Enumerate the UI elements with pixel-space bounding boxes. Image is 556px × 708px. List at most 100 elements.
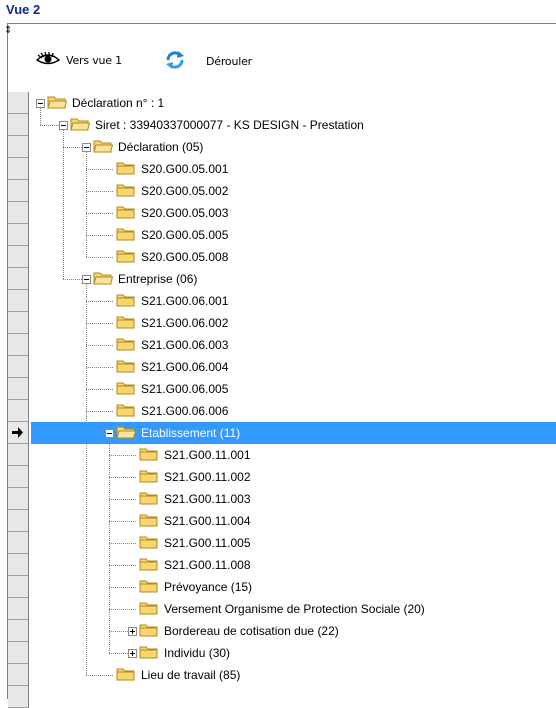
tree-node-label: S20.G00.05.008: [141, 250, 229, 264]
tree-node[interactable]: S21.G00.11.004: [128, 510, 254, 532]
row-header[interactable]: [8, 554, 29, 576]
folder-icon: [139, 491, 159, 508]
tree-node-label: S20.G00.05.005: [141, 228, 229, 242]
folder-icon: [47, 95, 68, 112]
collapse-node-button[interactable]: [105, 428, 114, 438]
tree-node[interactable]: Entreprise (06): [82, 268, 200, 290]
row-header[interactable]: [8, 466, 29, 488]
row-header[interactable]: [8, 290, 29, 312]
tree-node[interactable]: S21.G00.11.002: [128, 466, 254, 488]
tree-node[interactable]: S21.G00.06.002: [105, 312, 231, 334]
collapse-node-button[interactable]: [82, 142, 91, 152]
row-header[interactable]: [8, 664, 29, 686]
row-header[interactable]: [8, 180, 29, 202]
collapse-node-button[interactable]: [82, 274, 91, 284]
folder-icon: [116, 293, 136, 310]
row-header[interactable]: [8, 224, 29, 246]
tree-node[interactable]: S20.G00.05.001: [105, 158, 231, 180]
row-header[interactable]: [8, 400, 29, 422]
tree-connector: [109, 631, 128, 632]
tree-node[interactable]: Siret : 33940337000077 - KS DESIGN - Pre…: [59, 114, 367, 136]
collapse-node-button[interactable]: [59, 120, 68, 130]
switch-view-button[interactable]: Vers vue 1: [35, 51, 122, 69]
folder-icon: [139, 447, 159, 464]
row-header[interactable]: [8, 136, 29, 158]
tree-node-label: Entreprise (06): [118, 272, 198, 286]
tree-node-label: S21.G00.11.004: [164, 514, 251, 528]
row-header[interactable]: [8, 444, 29, 466]
tree-node[interactable]: Déclaration n° : 1: [36, 92, 167, 114]
row-header[interactable]: [8, 598, 29, 620]
tree-node-label: S20.G00.05.003: [141, 206, 229, 220]
tree-node[interactable]: S21.G00.06.005: [105, 378, 231, 400]
tree-node[interactable]: Bordereau de cotisation due (22): [128, 620, 342, 642]
expand-node-button[interactable]: [128, 626, 137, 636]
row-header[interactable]: [8, 92, 29, 114]
tree-connector: [86, 284, 87, 675]
tree-node[interactable]: S20.G00.05.002: [105, 180, 231, 202]
tree-node[interactable]: S21.G00.11.001: [128, 444, 254, 466]
row-header[interactable]: [8, 576, 29, 598]
row-header[interactable]: [8, 378, 29, 400]
row-header[interactable]: [8, 422, 29, 444]
tree-node-label: Lieu de travail (85): [141, 668, 241, 682]
folder-icon: [116, 425, 137, 442]
resize-handle-icon[interactable]: ⇕: [4, 26, 14, 38]
window-title: Vue 2: [6, 2, 41, 17]
row-header[interactable]: [8, 246, 29, 268]
expand-button[interactable]: Dérouler: [164, 50, 252, 73]
row-header[interactable]: [8, 686, 29, 708]
row-header[interactable]: [8, 356, 29, 378]
row-header[interactable]: [8, 620, 29, 642]
tree-node[interactable]: Versement Organisme de Protection Social…: [128, 598, 428, 620]
folder-icon: [116, 205, 136, 222]
row-header[interactable]: [8, 158, 29, 180]
folder-icon: [93, 271, 114, 288]
folder-icon: [116, 667, 136, 684]
row-pointer-arrow-icon: [12, 427, 24, 441]
tree-node[interactable]: S21.G00.11.003: [128, 488, 254, 510]
tree-node[interactable]: S20.G00.05.003: [105, 202, 231, 224]
tree-connector: [63, 130, 64, 279]
tree-node[interactable]: S21.G00.11.008: [128, 554, 254, 576]
expand-label: Dérouler: [206, 55, 252, 68]
tree-node-label: S21.G00.06.005: [141, 382, 229, 396]
tree-node[interactable]: S21.G00.06.006: [105, 400, 231, 422]
folder-icon: [139, 535, 159, 552]
tree-node[interactable]: Individu (30): [128, 642, 233, 664]
tree-node[interactable]: Lieu de travail (85): [105, 664, 243, 686]
tree-view[interactable]: Déclaration n° : 1 Siret : 3394033700007…: [8, 92, 556, 708]
eye-icon: [35, 51, 61, 69]
expand-node-button[interactable]: [128, 648, 137, 658]
tree-node-label: S21.G00.11.008: [164, 558, 251, 572]
tree-node[interactable]: Prévoyance (15): [128, 576, 255, 598]
folder-icon: [116, 403, 136, 420]
row-header[interactable]: [8, 532, 29, 554]
tree-node[interactable]: Déclaration (05): [82, 136, 206, 158]
row-header[interactable]: [8, 334, 29, 356]
row-header[interactable]: [8, 202, 29, 224]
refresh-arrows-icon: [164, 50, 186, 73]
folder-icon: [139, 513, 159, 530]
row-header[interactable]: [8, 114, 29, 136]
row-header[interactable]: [8, 510, 29, 532]
tree-node[interactable]: S21.G00.06.004: [105, 356, 231, 378]
tree-node-label: Prévoyance (15): [164, 580, 253, 594]
tree-node[interactable]: S21.G00.06.003: [105, 334, 231, 356]
row-header[interactable]: [8, 312, 29, 334]
tree-node-label: Déclaration (05): [118, 140, 204, 154]
tree-node-label: Etablissement (11): [141, 426, 241, 440]
tree-node[interactable]: S20.G00.05.005: [105, 224, 231, 246]
tree-node[interactable]: S20.G00.05.008: [105, 246, 231, 268]
tree-node[interactable]: S21.G00.11.005: [128, 532, 254, 554]
folder-icon: [70, 117, 91, 134]
tree-node-selected[interactable]: Etablissement (11): [31, 422, 556, 444]
folder-icon: [116, 161, 136, 178]
tree-node[interactable]: S21.G00.06.001: [105, 290, 231, 312]
tree-node-label: S21.G00.11.005: [164, 536, 251, 550]
tree-node-label: Siret : 33940337000077 - KS DESIGN - Pre…: [95, 118, 364, 132]
row-header[interactable]: [8, 268, 29, 290]
row-header[interactable]: [8, 642, 29, 664]
collapse-node-button[interactable]: [36, 98, 45, 108]
row-header[interactable]: [8, 488, 29, 510]
